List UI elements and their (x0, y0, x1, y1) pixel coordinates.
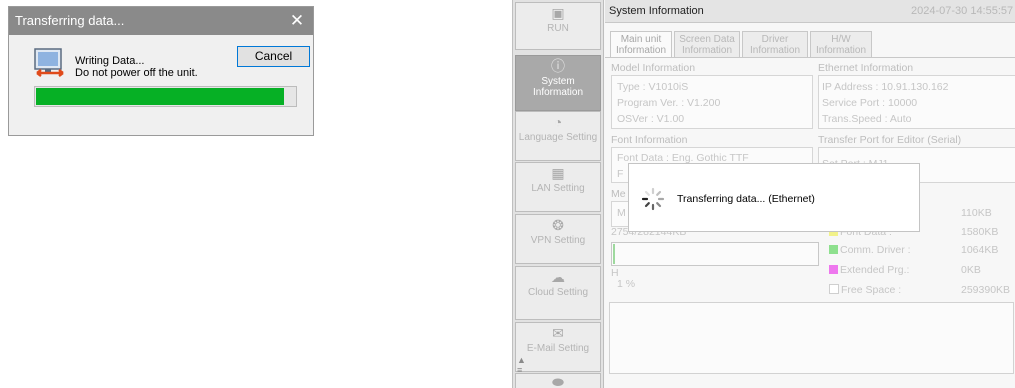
language-icon: ◔ (553, 114, 563, 130)
model-type: Type : V1010iS (617, 81, 689, 93)
close-icon[interactable]: ✕ (287, 7, 307, 35)
tab-screen-data[interactable]: Screen Data Information (674, 31, 740, 57)
cancel-button[interactable]: Cancel (237, 46, 310, 67)
legend-comm-driver: Comm. Driver : (829, 244, 911, 256)
legend-swatch (829, 265, 838, 274)
tab-label: Information (681, 45, 733, 56)
sidebar-item-email[interactable]: ✉ E-Mail Setting (515, 322, 601, 372)
tab-label: Information (815, 45, 867, 56)
trans-speed: Trans.Speed : Auto (822, 113, 912, 125)
sidebar-item-run[interactable]: ▣ RUN (515, 2, 601, 50)
model-info-heading: Model Information (611, 62, 696, 74)
tab-label: Screen Data (679, 34, 735, 45)
legend-swatch (829, 284, 839, 294)
legend-label: Comm. Driver : (840, 244, 911, 256)
tab-label: Driver (761, 34, 789, 45)
tab-main-unit[interactable]: Main unit Information (610, 31, 672, 58)
sidebar-item-language[interactable]: ◔ Language Setting (515, 111, 601, 161)
font-row-partial: F (617, 168, 624, 180)
lan-icon: ▦ (551, 165, 565, 181)
sidebar: ▣ RUN ⓘ System Information ◔ Language Se… (513, 0, 604, 388)
page-title: System Information (609, 5, 704, 17)
dialog-title-bar: Transferring data... ✕ (9, 7, 313, 35)
legend-value: 1580KB (961, 226, 999, 238)
header-bar: System Information 2024-07-30 14:55:57 (605, 0, 1015, 23)
font-info-heading: Font Information (611, 134, 688, 146)
sidebar-item-label: E-Mail Setting (526, 343, 590, 354)
sidebar-item-lan[interactable]: ▦ LAN Setting (515, 162, 601, 212)
loading-spinner-icon (641, 187, 665, 211)
tab-driver[interactable]: Driver Information (742, 31, 808, 57)
sidebar-item-label: RUN (547, 23, 569, 34)
legend-free-space: Free Space : (829, 284, 901, 296)
memory-usage-bar (611, 242, 819, 266)
sidebar-item-vpn[interactable]: ❂ VPN Setting (515, 214, 601, 264)
sidebar-item-label: VPN Setting (530, 235, 586, 246)
dialog-message-writing: Writing Data... (75, 55, 145, 67)
vpn-icon: ❂ (552, 217, 564, 233)
sidebar-item-label: Cloud Setting (527, 287, 589, 298)
tab-label: Information (749, 45, 801, 56)
sidebar-item-label: System Information (532, 76, 584, 98)
memory-usage-fill (613, 244, 616, 264)
run-icon: ▣ (551, 5, 565, 21)
sidebar-item-label: Language Setting (518, 132, 598, 143)
email-icon: ✉ (552, 325, 564, 341)
ethernet-info-heading: Ethernet Information (818, 62, 914, 74)
service-port: Service Port : 10000 (822, 97, 918, 109)
info-panel-bottom (609, 302, 1014, 374)
tab-label: H/W (831, 34, 851, 45)
legend-label: Extended Prg.: (840, 264, 910, 276)
sidebar-item-cloud[interactable]: ☁ Cloud Setting (515, 266, 601, 320)
tab-hw[interactable]: H/W Information (810, 31, 872, 57)
info-icon: ⓘ (551, 58, 565, 74)
legend-extended-prg: Extended Prg.: (829, 264, 909, 276)
cloud-icon: ☁ (551, 269, 565, 285)
legend-value: 0KB (961, 264, 981, 276)
transfer-icon (34, 48, 64, 77)
transfer-dialog: Transferring data... ✕ Writing Data... D… (8, 6, 314, 136)
os-version: OSVer : V1.00 (617, 113, 685, 125)
transfer-progress-bar (34, 86, 297, 107)
transfer-modal-text: Transferring data... (Ethernet) (677, 193, 815, 205)
dialog-message-warning: Do not power off the unit. (75, 67, 198, 79)
serial-port-heading: Transfer Port for Editor (Serial) (818, 134, 962, 146)
memory-row-partial: M (617, 207, 626, 219)
ip-address: IP Address : 10.91.130.162 (822, 81, 949, 93)
scroll-up-arrow-icon[interactable]: ▲ ≡ (517, 355, 527, 385)
memory-heading: Me (611, 188, 626, 200)
legend-label: Free Space : (841, 284, 902, 296)
transfer-modal: Transferring data... (Ethernet) (628, 163, 920, 232)
tab-divider (605, 57, 1015, 58)
program-version: Program Ver. : V1.200 (617, 97, 721, 109)
tab-label: Main unit (620, 34, 662, 45)
tab-label: Information (615, 45, 667, 56)
legend-swatch (829, 245, 838, 254)
sidebar-item-system-information[interactable]: ⓘ System Information (515, 55, 601, 111)
legend-value: 110KB (961, 207, 992, 219)
legend-value: 1064KB (961, 244, 999, 256)
sidebar-item-more[interactable]: ⬬ (515, 373, 601, 388)
dialog-title: Transferring data... (15, 13, 125, 28)
datetime: 2024-07-30 14:55:57 (911, 5, 1014, 17)
progress-fill (36, 88, 284, 105)
memory-percent: 1 % (617, 278, 636, 290)
legend-value: 259390KB (961, 284, 1011, 296)
usb-icon: ⬬ (552, 374, 564, 388)
sidebar-item-label: LAN Setting (531, 183, 585, 194)
